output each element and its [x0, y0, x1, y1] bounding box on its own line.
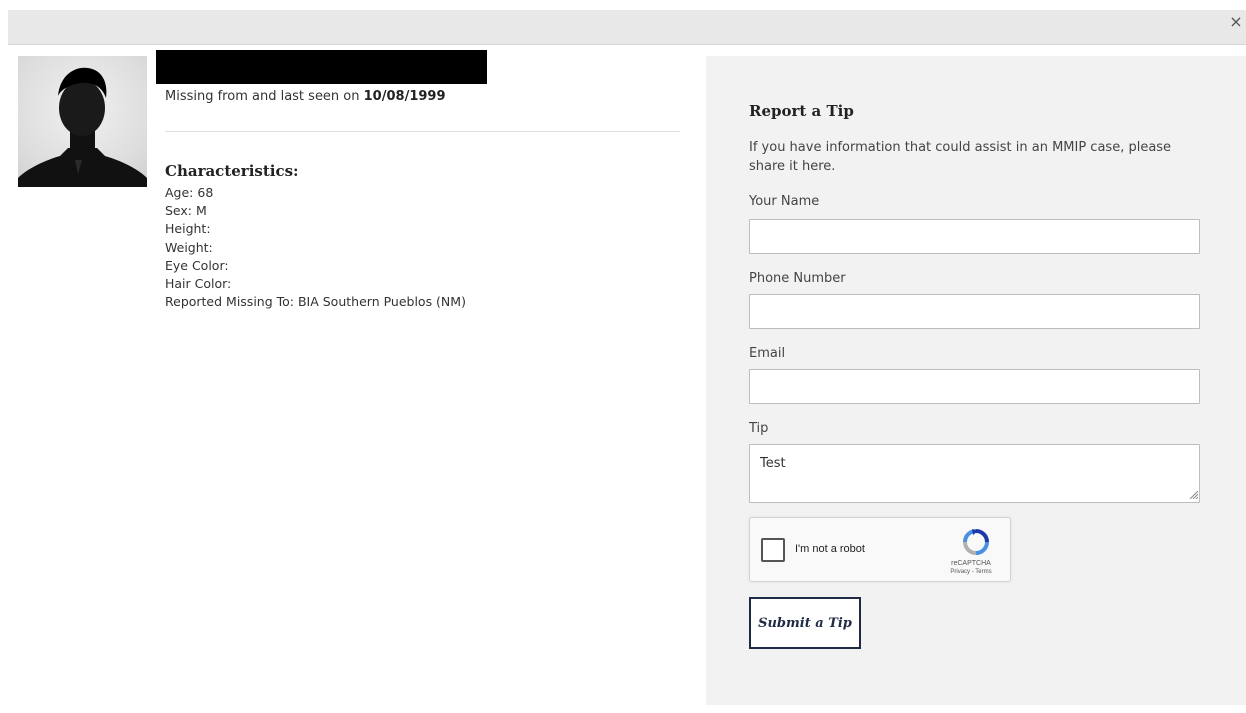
characteristics-list: Age: 68 Sex: M Height: Weight: Eye Color… — [165, 184, 466, 311]
recaptcha-logo-icon — [963, 529, 989, 555]
phone-label: Phone Number — [749, 271, 846, 286]
characteristic-hair-color: Hair Color: — [165, 276, 232, 292]
redacted-name-bar — [156, 50, 487, 84]
tip-textarea[interactable]: Test — [749, 444, 1200, 503]
tip-label: Tip — [749, 421, 769, 436]
recaptcha-checkbox[interactable] — [761, 538, 785, 562]
person-silhouette-icon — [18, 67, 147, 187]
divider — [165, 131, 680, 132]
submit-tip-button[interactable]: Submit a Tip — [749, 597, 861, 649]
resize-handle-icon[interactable] — [1188, 489, 1198, 499]
email-label: Email — [749, 346, 786, 361]
characteristic-height: Height: — [165, 221, 211, 237]
tip-form-description: If you have information that could assis… — [749, 140, 1172, 174]
recaptcha-brand: reCAPTCHA — [951, 560, 991, 567]
characteristic-sex: Sex: M — [165, 203, 207, 219]
characteristic-eye-color: Eye Color: — [165, 257, 229, 273]
tip-form-title: Report a Tip — [749, 102, 854, 120]
last-seen-date: 10/08/1999 — [363, 89, 446, 104]
last-seen-prefix: Missing from and last seen on — [165, 89, 364, 104]
characteristic-reported-to: Reported Missing To: BIA Southern Pueblo… — [165, 294, 466, 310]
recaptcha-terms-link[interactable]: Privacy - Terms — [928, 569, 1014, 575]
name-input[interactable] — [749, 219, 1200, 254]
person-photo — [18, 56, 147, 187]
characteristic-weight: Weight: — [165, 239, 213, 255]
close-button[interactable]: × — [1228, 14, 1244, 30]
recaptcha-label: I'm not a robot — [795, 543, 865, 555]
last-seen-text: Missing from and last seen on 10/08/1999 — [165, 89, 446, 104]
characteristic-age: Age: 68 — [165, 185, 214, 200]
name-label: Your Name — [749, 194, 820, 209]
email-input[interactable] — [749, 369, 1200, 404]
recaptcha-widget: I'm not a robot reCAPTCHA Privacy - Term… — [749, 517, 1011, 582]
characteristics-heading: Characteristics: — [165, 162, 299, 180]
phone-input[interactable] — [749, 294, 1200, 329]
modal-header — [8, 10, 1246, 45]
